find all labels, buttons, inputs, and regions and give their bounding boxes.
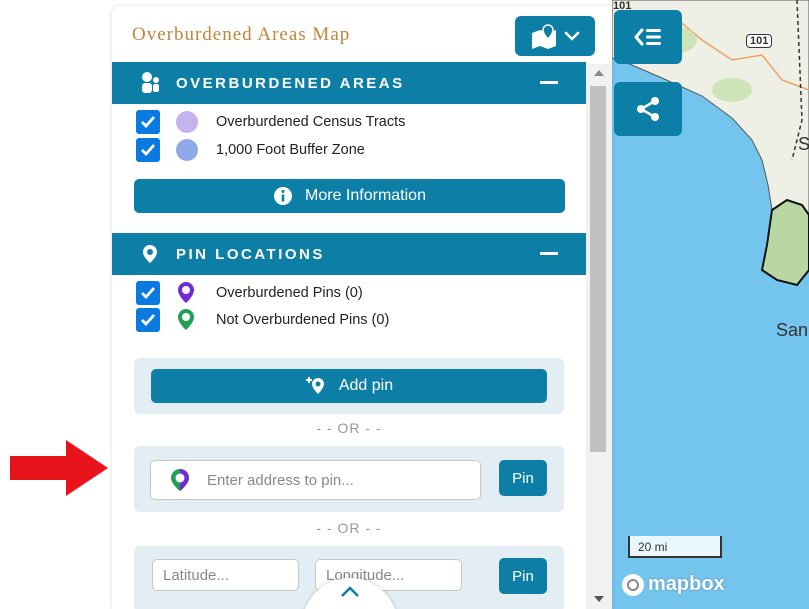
map-layers-dropdown[interactable] bbox=[515, 16, 595, 56]
checkbox-buffer-zone[interactable] bbox=[136, 138, 160, 162]
toggle-sidebar-button[interactable] bbox=[614, 10, 682, 64]
mapbox-text: mapbox bbox=[648, 573, 725, 595]
map-scale-bar: 20 mi bbox=[628, 536, 722, 558]
address-pin-icon bbox=[171, 469, 189, 491]
check-icon bbox=[141, 144, 156, 157]
legend-swatch-census-tracts bbox=[176, 111, 198, 133]
map-place-label-s: S bbox=[798, 134, 809, 154]
collapse-minus-icon[interactable] bbox=[540, 81, 558, 84]
share-button[interactable] bbox=[614, 82, 682, 136]
layer-row-census-tracts: Overburdened Census Tracts bbox=[136, 110, 405, 134]
check-icon bbox=[141, 314, 156, 327]
address-placeholder: Enter address to pin... bbox=[207, 471, 354, 489]
panel-title: Overburdened Areas Map bbox=[132, 24, 351, 45]
chevron-down-icon bbox=[564, 31, 580, 41]
collapse-menu-icon bbox=[634, 28, 661, 46]
more-information-button[interactable]: More Information bbox=[134, 179, 565, 213]
share-icon bbox=[637, 97, 659, 121]
scroll-up-icon[interactable] bbox=[594, 70, 604, 76]
check-icon bbox=[141, 116, 156, 129]
legend-swatch-buffer-zone bbox=[176, 139, 198, 161]
pin-address-button[interactable]: Pin bbox=[499, 460, 547, 496]
layer-row-not-overburdened-pins: Not Overburdened Pins (0) bbox=[136, 308, 389, 332]
pin-locations-header[interactable]: PIN LOCATIONS bbox=[112, 233, 586, 275]
map-pin-icon bbox=[532, 24, 556, 49]
layer-row-buffer-zone: 1,000 Foot Buffer Zone bbox=[136, 138, 365, 162]
location-pin-icon bbox=[138, 244, 162, 264]
scrollbar-thumb[interactable] bbox=[590, 86, 606, 452]
overburdened-areas-header[interactable]: OVERBURDENED AREAS bbox=[112, 62, 586, 104]
add-pin-button[interactable]: Add pin bbox=[151, 369, 547, 403]
route-shield-101: 101 bbox=[746, 34, 773, 48]
pin-coordinates-button[interactable]: Pin bbox=[499, 558, 547, 594]
mapbox-logo-icon bbox=[622, 573, 644, 596]
layers-panel: Overburdened Areas Map OVERBURDENED AREA… bbox=[112, 6, 612, 609]
community-icon bbox=[138, 71, 162, 95]
latitude-placeholder: Latitude... bbox=[163, 566, 229, 584]
scroll-down-icon[interactable] bbox=[594, 596, 604, 602]
or-separator: - - OR - - bbox=[316, 420, 382, 436]
layer-label: Overburdened Pins (0) bbox=[216, 285, 363, 301]
section-title: PIN LOCATIONS bbox=[176, 245, 325, 263]
or-separator: - - OR - - bbox=[316, 520, 382, 536]
info-icon bbox=[274, 187, 293, 205]
chevron-up-icon bbox=[341, 586, 359, 597]
layer-label: 1,000 Foot Buffer Zone bbox=[216, 142, 365, 158]
mapbox-attribution[interactable]: mapbox bbox=[622, 573, 725, 596]
layer-row-overburdened-pins: Overburdened Pins (0) bbox=[136, 281, 363, 305]
map-place-label-san: San bbox=[776, 320, 809, 340]
address-input[interactable]: Enter address to pin... bbox=[150, 460, 481, 500]
layer-label: Overburdened Census Tracts bbox=[216, 114, 406, 130]
checkbox-overburdened-pins[interactable] bbox=[136, 281, 160, 305]
section-title: OVERBURDENED AREAS bbox=[176, 74, 405, 92]
checkbox-not-overburdened-pins[interactable] bbox=[136, 308, 160, 332]
add-pin-icon bbox=[305, 377, 324, 394]
green-pin-icon bbox=[174, 308, 198, 332]
check-icon bbox=[141, 287, 156, 300]
purple-pin-icon bbox=[174, 281, 198, 305]
add-pin-card: Add pin bbox=[134, 358, 564, 414]
collapse-minus-icon[interactable] bbox=[540, 252, 558, 255]
red-arrow-icon bbox=[10, 440, 108, 496]
address-pin-card: Enter address to pin... Pin bbox=[134, 446, 564, 512]
add-pin-label: Add pin bbox=[338, 377, 394, 394]
layer-label: Not Overburdened Pins (0) bbox=[216, 312, 390, 328]
checkbox-census-tracts[interactable] bbox=[136, 110, 160, 134]
more-information-label: More Information bbox=[305, 187, 426, 204]
panel-scrollbar[interactable] bbox=[586, 64, 612, 609]
latitude-input[interactable]: Latitude... bbox=[152, 559, 299, 591]
